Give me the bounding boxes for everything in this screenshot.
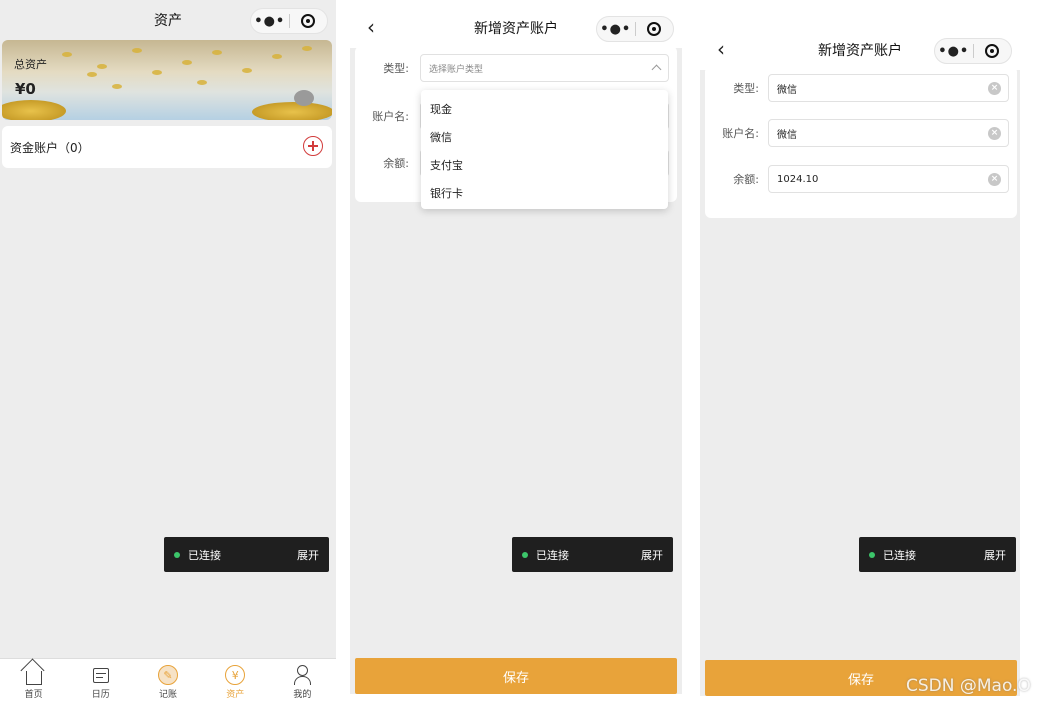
close-mini-program-button[interactable] bbox=[289, 14, 327, 28]
expand-button[interactable]: 展开 bbox=[297, 547, 319, 563]
tab-label: 资产 bbox=[226, 690, 245, 700]
dropdown-option-alipay[interactable]: 支付宝 bbox=[421, 152, 668, 180]
type-label: 类型: bbox=[383, 62, 409, 75]
type-value: 微信 bbox=[777, 84, 797, 96]
add-account-screen-filled: ‹ 新增资产账户 •●• 类型: 微信 × 账户名: 微信 × 余额: 1024… bbox=[700, 30, 1020, 696]
type-label: 类型: bbox=[733, 82, 759, 95]
connection-status-bar: 已连接 展开 bbox=[164, 537, 329, 572]
tab-label: 日历 bbox=[91, 690, 110, 700]
total-assets-label: 总资产 bbox=[14, 58, 47, 71]
mini-program-capsule: •●• bbox=[934, 38, 1012, 64]
navbar: ‹ 新增资产账户 •●• bbox=[700, 30, 1020, 70]
more-menu-button[interactable]: •●• bbox=[935, 44, 973, 59]
yuan-icon: ¥ bbox=[225, 665, 246, 685]
target-icon bbox=[985, 44, 1000, 58]
home-icon bbox=[25, 671, 42, 685]
tab-label: 记账 bbox=[159, 690, 178, 700]
target-icon bbox=[647, 22, 662, 36]
chevron-up-icon bbox=[651, 64, 662, 75]
tab-bar: 首页 日历 ✎ 记账 ¥ 资产 我的 bbox=[0, 658, 336, 706]
save-button[interactable]: 保存 bbox=[355, 658, 677, 694]
clear-icon[interactable]: × bbox=[988, 173, 1001, 186]
watermark: CSDN @Mao.O bbox=[906, 676, 1031, 696]
dropdown-option-cash[interactable]: 现金 bbox=[421, 96, 668, 124]
more-menu-button[interactable]: •●• bbox=[251, 14, 289, 29]
connection-status: 已连接 bbox=[883, 548, 916, 562]
balance-label: 余额: bbox=[383, 157, 409, 170]
add-account-button[interactable] bbox=[303, 136, 323, 156]
calendar-icon bbox=[92, 667, 109, 683]
close-mini-program-button[interactable] bbox=[635, 22, 673, 36]
add-account-screen-dropdown: ‹ 新增资产账户 •●• 类型: 选择账户类型 账户名: 余额: 现金 微信 支… bbox=[350, 8, 682, 694]
type-placeholder: 选择账户类型 bbox=[429, 64, 484, 75]
navbar: ‹ 新增资产账户 •●• bbox=[350, 8, 682, 48]
connection-status: 已连接 bbox=[536, 548, 569, 562]
mini-program-capsule: •●• bbox=[596, 16, 674, 42]
clear-icon[interactable]: × bbox=[988, 127, 1001, 140]
tab-assets[interactable]: ¥ 资产 bbox=[202, 659, 269, 706]
connected-dot-icon bbox=[869, 551, 875, 558]
total-assets-banner: 总资产 ¥0 bbox=[2, 40, 332, 120]
tab-label: 首页 bbox=[24, 690, 43, 700]
page-title: 新增资产账户 bbox=[818, 43, 902, 59]
clear-icon[interactable]: × bbox=[988, 82, 1001, 95]
type-select[interactable]: 选择账户类型 bbox=[420, 54, 669, 82]
fund-accounts-card: 资金账户（0） bbox=[2, 126, 332, 168]
expand-button[interactable]: 展开 bbox=[641, 547, 663, 563]
tab-mine[interactable]: 我的 bbox=[269, 659, 336, 706]
account-form: 类型: 微信 × 账户名: 微信 × 余额: 1024.10 × bbox=[705, 66, 1017, 218]
page-title: 资产 bbox=[154, 13, 182, 29]
back-button[interactable]: ‹ bbox=[360, 16, 382, 40]
balance-label: 余额: bbox=[733, 173, 759, 186]
dropdown-option-bank-card[interactable]: 银行卡 bbox=[421, 180, 668, 208]
type-dropdown: 现金 微信 支付宝 银行卡 bbox=[421, 90, 668, 209]
name-label: 账户名: bbox=[372, 110, 409, 123]
dropdown-option-wechat[interactable]: 微信 bbox=[421, 124, 668, 152]
tab-calendar[interactable]: 日历 bbox=[67, 659, 134, 706]
target-icon bbox=[301, 14, 316, 28]
tab-bookkeeping[interactable]: ✎ 记账 bbox=[134, 659, 201, 706]
navbar: 资产 •●• bbox=[0, 0, 336, 40]
connection-status-bar: 已连接 展开 bbox=[859, 537, 1016, 572]
name-label: 账户名: bbox=[722, 127, 759, 140]
mini-program-capsule: •●• bbox=[250, 8, 328, 34]
connection-status: 已连接 bbox=[188, 548, 221, 562]
connected-dot-icon bbox=[174, 551, 180, 558]
tab-home[interactable]: 首页 bbox=[0, 659, 67, 706]
balance-input[interactable]: 1024.10 × bbox=[768, 165, 1009, 193]
account-name-value: 微信 bbox=[777, 129, 797, 141]
more-menu-button[interactable]: •●• bbox=[597, 22, 635, 37]
tab-label: 我的 bbox=[293, 690, 312, 700]
back-button[interactable]: ‹ bbox=[710, 38, 732, 62]
piggy-bank-icon bbox=[294, 90, 314, 106]
pencil-icon: ✎ bbox=[158, 665, 178, 685]
fund-accounts-label: 资金账户（0） bbox=[10, 140, 90, 155]
expand-button[interactable]: 展开 bbox=[984, 547, 1006, 563]
connection-status-bar: 已连接 展开 bbox=[512, 537, 673, 572]
total-assets-value: ¥0 bbox=[15, 80, 36, 98]
account-name-input[interactable]: 微信 × bbox=[768, 119, 1009, 147]
close-mini-program-button[interactable] bbox=[973, 44, 1011, 58]
connected-dot-icon bbox=[522, 551, 528, 558]
page-title: 新增资产账户 bbox=[474, 21, 558, 37]
assets-screen: 资产 •●• 总资产 ¥0 资金账户（0） 已连接 展开 首页 日历 ✎ 记账 … bbox=[0, 0, 336, 706]
type-select[interactable]: 微信 × bbox=[768, 74, 1009, 102]
balance-value: 1024.10 bbox=[777, 173, 819, 185]
user-icon bbox=[293, 665, 312, 685]
